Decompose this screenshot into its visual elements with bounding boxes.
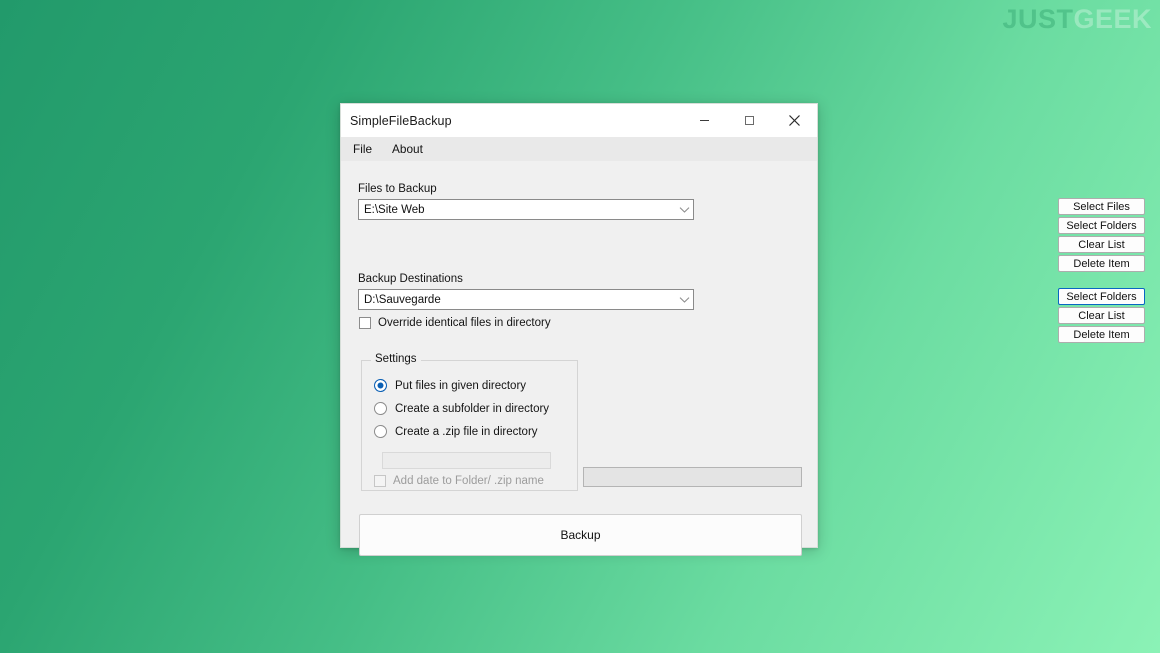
desktop-background: JUST GEEK SimpleFileBackup File About Fi… xyxy=(0,0,1160,653)
title-bar: SimpleFileBackup xyxy=(341,104,817,137)
select-folders-button-destinations[interactable]: Select Folders xyxy=(1058,288,1145,305)
watermark-geek: GEEK xyxy=(1073,4,1152,34)
backup-destinations-label: Backup Destinations xyxy=(358,273,463,285)
checkbox-box xyxy=(359,317,371,329)
backup-destinations-value: D:\Sauvegarde xyxy=(364,293,441,306)
folder-zip-name-input[interactable] xyxy=(382,452,551,469)
files-to-backup-combobox[interactable]: E:\Site Web xyxy=(358,199,694,220)
checkbox-box xyxy=(374,475,386,487)
select-folders-button-files[interactable]: Select Folders xyxy=(1058,217,1145,234)
override-identical-files-checkbox[interactable]: Override identical files in directory xyxy=(359,317,551,329)
close-icon xyxy=(789,115,800,126)
menu-item-file[interactable]: File xyxy=(353,142,372,156)
window-title: SimpleFileBackup xyxy=(350,113,452,128)
chevron-down-icon xyxy=(676,206,693,214)
status-field xyxy=(583,467,802,487)
maximize-icon xyxy=(745,116,754,125)
menu-bar: File About xyxy=(341,137,817,161)
radio-mark xyxy=(374,425,387,438)
delete-item-button-files[interactable]: Delete Item xyxy=(1058,255,1145,272)
add-date-to-name-checkbox[interactable]: Add date to Folder/ .zip name xyxy=(374,475,544,487)
radio-label-put-files: Put files in given directory xyxy=(395,379,527,392)
backup-destinations-combobox[interactable]: D:\Sauvegarde xyxy=(358,289,694,310)
clear-list-button-destinations[interactable]: Clear List xyxy=(1058,307,1145,324)
override-identical-files-label: Override identical files in directory xyxy=(378,317,551,329)
menu-item-about[interactable]: About xyxy=(392,142,423,156)
minimize-icon xyxy=(700,120,709,121)
files-to-backup-value: E:\Site Web xyxy=(364,203,425,216)
add-date-to-name-label: Add date to Folder/ .zip name xyxy=(393,475,544,487)
settings-legend: Settings xyxy=(371,353,421,365)
backup-button[interactable]: Backup xyxy=(359,514,802,556)
close-button[interactable] xyxy=(772,104,817,137)
delete-item-button-destinations[interactable]: Delete Item xyxy=(1058,326,1145,343)
settings-groupbox: Settings Put files in given directory Cr… xyxy=(361,353,578,491)
chevron-down-icon xyxy=(676,296,693,304)
client-area: Files to Backup E:\Site Web Select Files… xyxy=(341,161,1145,556)
radio-label-create-subfolder: Create a subfolder in directory xyxy=(395,402,550,415)
radio-put-files-in-given-directory[interactable]: Put files in given directory xyxy=(374,379,526,392)
maximize-button[interactable] xyxy=(727,104,772,137)
clear-list-button-files[interactable]: Clear List xyxy=(1058,236,1145,253)
radio-mark xyxy=(374,402,387,415)
radio-create-subfolder-in-directory[interactable]: Create a subfolder in directory xyxy=(374,402,549,415)
radio-create-zip-file-in-directory[interactable]: Create a .zip file in directory xyxy=(374,425,538,438)
select-files-button[interactable]: Select Files xyxy=(1058,198,1145,215)
simplefilebackup-window: SimpleFileBackup File About Files to Bac… xyxy=(340,103,1145,556)
radio-label-create-zip: Create a .zip file in directory xyxy=(395,425,538,438)
window-controls xyxy=(682,104,817,137)
files-to-backup-label: Files to Backup xyxy=(358,183,437,195)
watermark-just: JUST xyxy=(1002,4,1074,34)
justgeek-watermark: JUST GEEK xyxy=(1002,6,1152,33)
radio-mark xyxy=(374,379,387,392)
minimize-button[interactable] xyxy=(682,104,727,137)
